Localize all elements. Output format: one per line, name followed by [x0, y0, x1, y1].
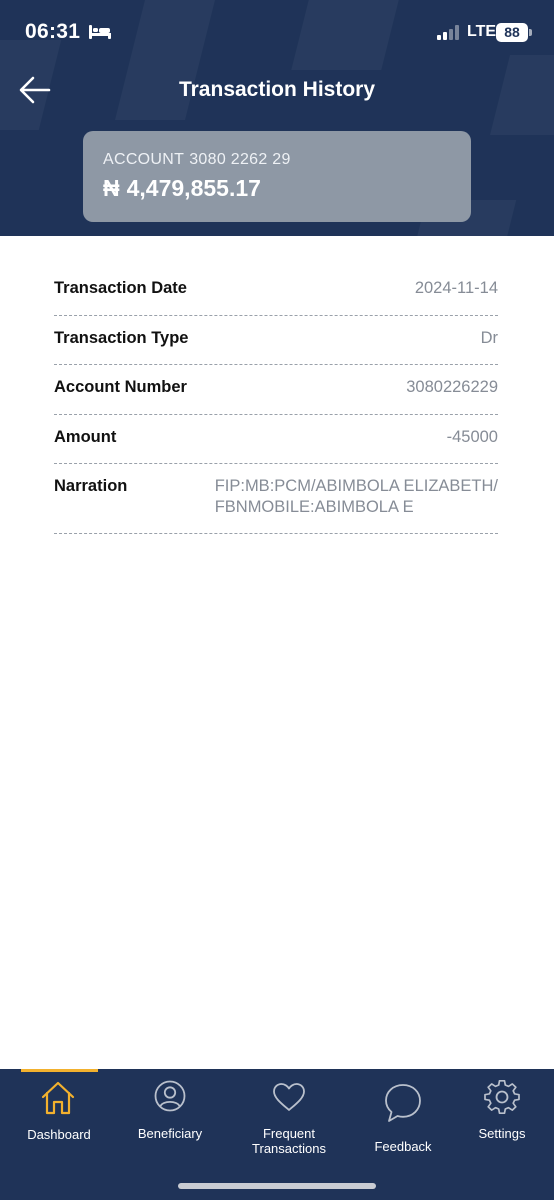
heart-icon — [273, 1083, 305, 1111]
detail-label: Amount — [54, 427, 117, 446]
network-type: LTE — [467, 23, 497, 40]
nav-dashboard[interactable]: Dashboard — [18, 1069, 100, 1169]
nav-label-line1: Frequent — [262, 1126, 316, 1141]
bottom-nav: Dashboard Beneficiary Frequent Transacti… — [0, 1069, 554, 1200]
nav-feedback[interactable]: Feedback — [362, 1069, 444, 1169]
account-number: 3080 2262 29 — [189, 151, 291, 168]
gear-icon — [484, 1080, 520, 1114]
nav-settings[interactable]: Settings — [464, 1069, 540, 1169]
detail-value: 2024-11-14 — [414, 279, 498, 297]
account-label: ACCOUNT 3080 2262 29 — [103, 151, 291, 169]
detail-row-account-number: Account Number 3080226229 — [54, 365, 498, 415]
account-balance: ₦ 4,479,855.17 — [103, 175, 261, 202]
detail-label: Narration — [54, 477, 128, 495]
chat-bubble-icon — [385, 1084, 421, 1122]
detail-value: 3080226229 — [406, 378, 498, 396]
detail-row-type: Transaction Type Dr — [54, 316, 498, 365]
account-card: ACCOUNT 3080 2262 29 ₦ 4,479,855.17 — [83, 131, 471, 222]
nav-label: Beneficiary — [137, 1126, 203, 1141]
detail-label: Transaction Date — [54, 279, 187, 297]
sleep-focus-icon — [89, 25, 111, 39]
signal-icon — [437, 25, 459, 40]
home-indicator[interactable] — [178, 1183, 376, 1189]
detail-row-amount: Amount -45000 — [54, 415, 498, 464]
detail-label: Transaction Type — [54, 328, 189, 347]
nav-beneficiary[interactable]: Beneficiary — [130, 1069, 210, 1169]
nav-label-line2: Transactions — [252, 1141, 326, 1156]
header: 06:31 LTE 88 Transaction History ACCOUNT… — [0, 0, 554, 236]
account-label-text: ACCOUNT — [103, 151, 185, 168]
currency-symbol: ₦ — [103, 175, 120, 201]
nav-label: Feedback — [374, 1139, 432, 1154]
detail-value: -45000 — [446, 427, 498, 446]
narration-line-1: FIP:MB:PCM/ABIMBOLA ELIZABETH/ — [214, 477, 498, 495]
nav-frequent-transactions[interactable]: Frequent Transactions — [240, 1069, 338, 1169]
nav-label: Settings — [478, 1126, 526, 1141]
user-icon — [154, 1080, 186, 1112]
detail-value: FIP:MB:PCM/ABIMBOLA ELIZABETH/ FBNMOBILE… — [215, 476, 498, 518]
detail-value: Dr — [480, 328, 498, 347]
detail-label: Account Number — [54, 378, 187, 396]
detail-row-date: Transaction Date 2024-11-14 — [54, 266, 498, 316]
nav-label: Dashboard — [27, 1127, 91, 1142]
battery-tip — [529, 29, 532, 36]
status-bar: 06:31 LTE 88 — [0, 0, 554, 66]
balance-amount: 4,479,855.17 — [126, 175, 261, 201]
detail-row-narration: Narration FIP:MB:PCM/ABIMBOLA ELIZABETH/… — [54, 464, 498, 534]
transaction-details: Transaction Date 2024-11-14 Transaction … — [54, 266, 498, 534]
page-title: Transaction History — [178, 78, 376, 101]
narration-line-2: FBNMOBILE:ABIMBOLA E — [214, 498, 414, 516]
battery-icon: 88 — [496, 23, 528, 42]
status-time: 06:31 — [25, 20, 81, 43]
home-icon — [41, 1081, 75, 1115]
